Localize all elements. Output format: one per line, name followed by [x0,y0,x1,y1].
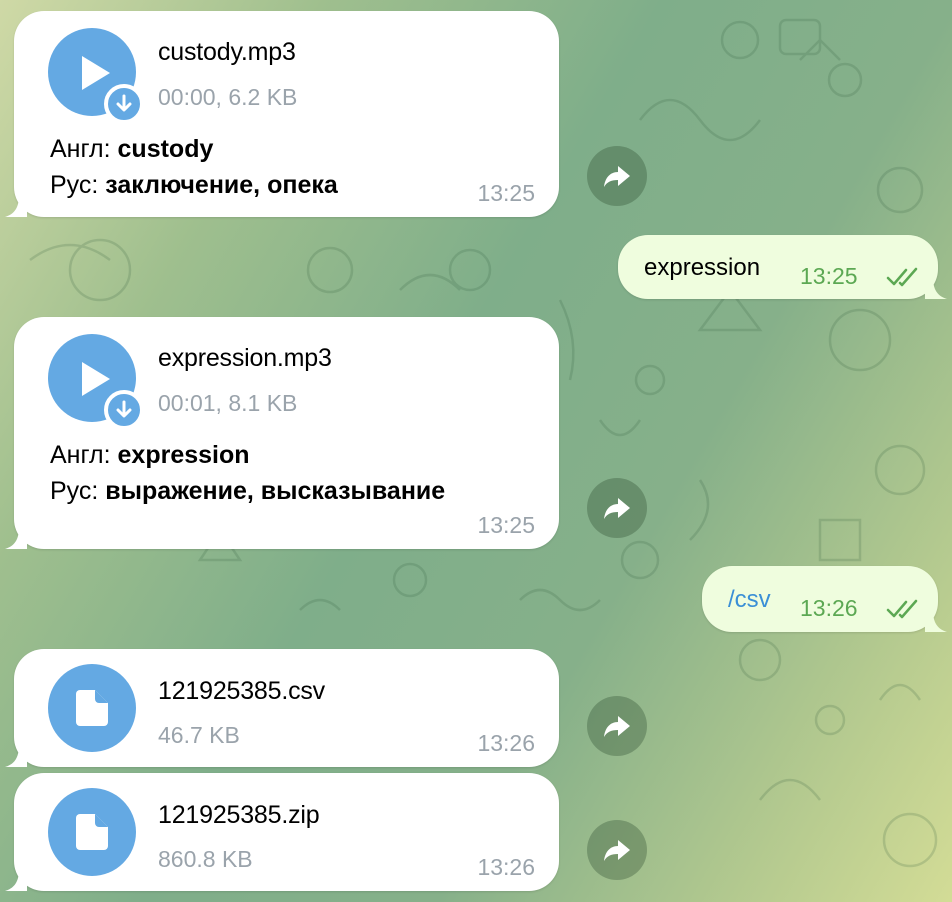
english-line: Англ: custody [50,135,214,163]
download-arrow-icon[interactable] [104,84,144,124]
audio-message-expression[interactable]: expression.mp3 00:01, 8.1 KB Англ: expre… [14,317,559,549]
forward-arrow-icon [604,840,630,861]
outgoing-message-expression[interactable]: expression 13:25 [618,235,938,299]
file-name: 121925385.zip [158,801,320,829]
document-message-zip[interactable]: 121925385.zip 860.8 KB 13:26 [14,773,559,891]
message-text: expression [644,254,761,281]
forward-arrow-icon [604,716,630,737]
message-time: 13:26 [800,595,858,621]
play-icon [82,56,110,90]
play-button[interactable] [48,334,144,430]
russian-line: Рус: выражение, высказывание [50,477,446,505]
file-meta: 00:01, 8.1 KB [158,390,298,416]
file-name: 121925385.csv [158,677,325,705]
russian-line: Рус: заключение, опека [50,171,338,199]
message-text: /csv [728,586,771,613]
message-time: 13:26 [477,854,535,880]
message-time: 13:25 [477,512,535,538]
document-message-csv[interactable]: 121925385.csv 46.7 KB 13:26 [14,649,559,767]
play-icon [82,362,110,396]
file-meta: 46.7 KB [158,722,240,748]
message-time: 13:26 [477,730,535,756]
forward-button[interactable] [587,146,647,206]
forward-button[interactable] [587,478,647,538]
play-button[interactable] [48,28,144,124]
english-line: Англ: expression [50,441,250,469]
forward-arrow-icon [604,498,630,519]
forward-button[interactable] [587,820,647,880]
document-icon [76,690,108,726]
file-meta: 00:00, 6.2 KB [158,84,298,110]
document-open-button[interactable] [48,664,136,752]
forward-button[interactable] [587,696,647,756]
message-time: 13:25 [800,263,858,289]
forward-arrow-icon [604,166,630,187]
outgoing-message-csv[interactable]: /csv 13:26 [702,566,938,632]
file-name: expression.mp3 [158,344,332,372]
document-open-button[interactable] [48,788,136,876]
audio-message-custody[interactable]: custody.mp3 00:00, 6.2 KB Англ: custody … [14,11,559,217]
file-meta: 860.8 KB [158,846,253,872]
double-check-icon [886,599,918,619]
download-arrow-icon[interactable] [104,390,144,430]
document-icon [76,814,108,850]
message-time: 13:25 [477,180,535,206]
double-check-icon [886,267,918,287]
file-name: custody.mp3 [158,38,296,66]
